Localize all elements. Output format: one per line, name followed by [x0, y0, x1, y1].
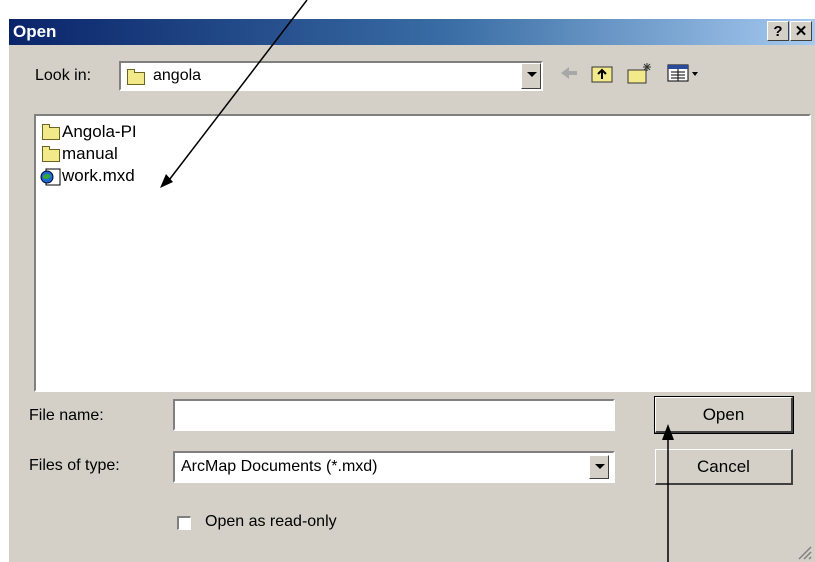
annotation-arrows — [160, 0, 674, 562]
